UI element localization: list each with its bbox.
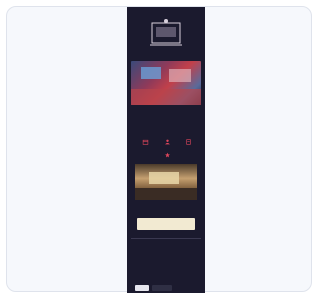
document-icon: [185, 139, 192, 145]
people-icon: [164, 139, 171, 145]
calendar-icon: [142, 139, 149, 145]
app-store-badge[interactable]: [135, 285, 149, 291]
cta-box[interactable]: [137, 218, 195, 230]
email-preview-card: [6, 6, 312, 293]
google-play-badge[interactable]: [152, 285, 172, 291]
event-image: [135, 164, 197, 200]
star-icon: [164, 152, 171, 158]
brand-logo: [150, 19, 182, 46]
email-preview[interactable]: [127, 7, 205, 293]
divider: [131, 238, 201, 239]
hero-image: [131, 61, 201, 105]
